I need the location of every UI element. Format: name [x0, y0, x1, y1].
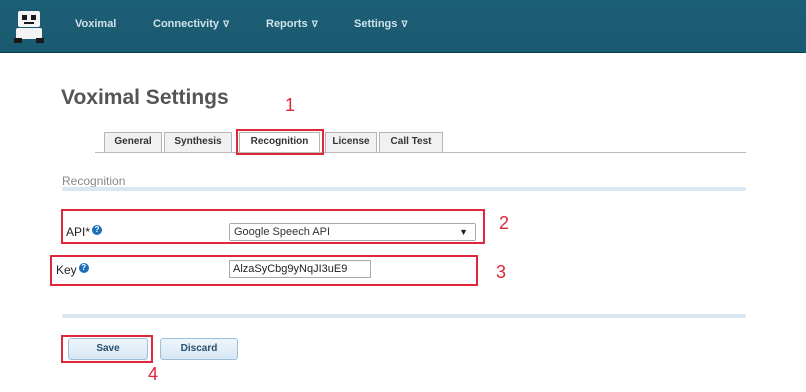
annotation-number-4: 4: [148, 364, 159, 384]
annotation-box-4: [61, 335, 153, 363]
robot-logo-icon[interactable]: [14, 9, 44, 43]
nav-item-voximal[interactable]: Voximal: [75, 18, 116, 30]
chevron-down-icon: ∇: [401, 19, 408, 29]
tab-general[interactable]: General: [104, 132, 162, 152]
page-title: Voximal Settings: [61, 86, 229, 109]
tab-license[interactable]: License: [325, 132, 377, 152]
nav-label: Voximal: [75, 18, 117, 30]
nav-label: Reports: [266, 18, 308, 30]
annotation-box-1: [236, 129, 324, 155]
nav-item-settings[interactable]: Settings ∇: [354, 18, 408, 30]
form-footer-divider: [62, 314, 746, 318]
nav-label: Connectivity: [153, 18, 220, 30]
discard-button[interactable]: Discard: [160, 338, 238, 360]
nav-item-reports[interactable]: Reports ∇: [266, 18, 318, 30]
top-nav-bar: Voximal Connectivity ∇ Reports ∇ Settings ∇: [0, 0, 806, 53]
tab-call-test[interactable]: Call Test: [379, 132, 443, 152]
section-title: Recognition: [62, 174, 126, 188]
tabs-divider: [95, 152, 746, 153]
annotation-box-2: [61, 209, 485, 244]
chevron-down-icon: ∇: [311, 19, 318, 29]
annotation-number-3: 3: [496, 262, 507, 282]
annotation-number-2: 2: [499, 213, 510, 233]
section-divider: [62, 187, 746, 191]
annotation-number-1: 1: [285, 95, 296, 115]
chevron-down-icon: ∇: [223, 19, 230, 29]
tab-synthesis[interactable]: Synthesis: [164, 132, 232, 152]
nav-item-connectivity[interactable]: Connectivity ∇: [153, 18, 229, 30]
annotation-box-3: [50, 255, 478, 286]
nav-label: Settings: [354, 18, 398, 30]
